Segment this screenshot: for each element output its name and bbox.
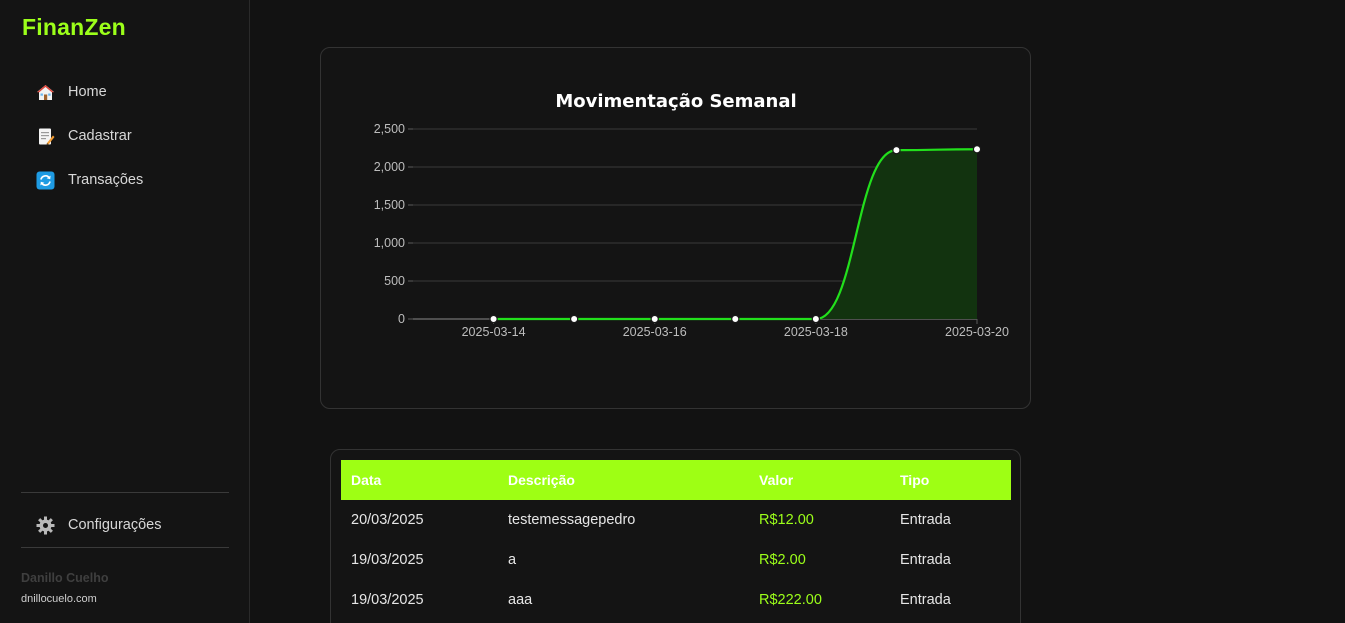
data-point[interactable] — [569, 314, 579, 324]
data-point[interactable] — [811, 314, 821, 324]
cell-valor: R$12.00 — [759, 512, 814, 528]
user-info: Danillo Cuelho dnillocuelo.com — [21, 571, 109, 605]
app-root: FinanZen Home Cadastrar Transações Confi… — [0, 0, 1345, 623]
weekly-movement-chart: Movimentação Semanal 0 500 1,000 1,500 2,000… — [374, 91, 1009, 339]
gear-icon — [36, 516, 55, 535]
cell-descricao: testemessagepedro — [508, 512, 636, 528]
chart-title: Movimentação Semanal — [555, 91, 796, 112]
sidebar-item-label: Cadastrar — [68, 128, 132, 144]
transactions-card: Data Descrição Valor Tipo 20/03/2025 tes… — [330, 449, 1021, 623]
column-header-valor: Valor — [759, 472, 794, 488]
sidebar-item-configuracoes[interactable]: Configurações — [22, 503, 232, 547]
sidebar: FinanZen Home Cadastrar Transações Confi… — [0, 0, 250, 623]
data-point[interactable] — [892, 145, 901, 155]
column-header-descricao: Descrição — [508, 472, 575, 488]
x-tick-label: 2025-03-14 — [462, 325, 526, 339]
x-tick-label: 2025-03-20 — [945, 325, 1009, 339]
memo-icon — [36, 127, 55, 146]
cell-data: 20/03/2025 — [351, 512, 424, 528]
sidebar-item-label: Transações — [68, 172, 144, 188]
y-tick-label: 1,000 — [374, 236, 405, 250]
data-point[interactable] — [731, 314, 740, 324]
y-tick-label: 2,000 — [374, 160, 405, 174]
cell-data: 19/03/2025 — [351, 592, 424, 608]
chart-card: Movimentação Semanal 0 500 1,000 1,500 2,000… — [320, 47, 1031, 409]
x-tick-label: 2025-03-16 — [623, 325, 687, 339]
sidebar-nav: Home Cadastrar Transações — [22, 70, 232, 202]
cell-tipo: Entrada — [900, 552, 951, 568]
sidebar-item-transacoes[interactable]: Transações — [22, 158, 232, 202]
brand-logo[interactable]: FinanZen — [22, 14, 126, 41]
user-site: dnillocuelo.com — [21, 593, 97, 605]
sidebar-divider — [21, 547, 229, 548]
x-tick-label: 2025-03-18 — [784, 325, 848, 339]
refresh-icon — [36, 171, 55, 190]
cell-descricao: a — [508, 552, 517, 568]
y-tick-label: 500 — [384, 274, 405, 288]
y-axis-ticks: 0 500 1,000 1,500 2,000 2,500 — [374, 122, 413, 326]
cell-valor: R$2.00 — [759, 552, 806, 568]
table-header-row: Data Descrição Valor Tipo — [341, 460, 1011, 500]
series-area — [493, 149, 977, 319]
cell-valor: R$222.00 — [759, 592, 822, 608]
cell-tipo: Entrada — [900, 592, 951, 608]
column-header-data: Data — [351, 472, 382, 488]
cell-tipo: Entrada — [900, 512, 951, 528]
table-row[interactable]: 20/03/2025 testemessagepedro R$12.00 Ent… — [341, 500, 1011, 540]
data-point[interactable] — [972, 145, 982, 154]
y-tick-label: 2,500 — [374, 122, 405, 136]
table-row[interactable]: 19/03/2025 a R$2.00 Entrada — [341, 540, 1011, 580]
data-point[interactable] — [650, 314, 659, 324]
column-header-tipo: Tipo — [900, 472, 930, 488]
settings-section: Configurações — [22, 503, 232, 547]
sidebar-item-label: Configurações — [68, 517, 162, 533]
sidebar-item-label: Home — [68, 84, 107, 100]
cell-data: 19/03/2025 — [351, 552, 424, 568]
y-tick-label: 0 — [398, 312, 405, 326]
y-tick-label: 1,500 — [374, 198, 405, 212]
table-row[interactable]: 19/03/2025 aaa R$222.00 Entrada — [341, 580, 1011, 620]
sidebar-divider — [21, 492, 229, 493]
user-name: Danillo Cuelho — [21, 571, 109, 585]
sidebar-item-cadastrar[interactable]: Cadastrar — [22, 114, 232, 158]
data-point[interactable] — [489, 314, 498, 324]
house-icon — [36, 83, 55, 102]
sidebar-item-home[interactable]: Home — [22, 70, 232, 114]
cell-descricao: aaa — [508, 592, 533, 608]
transactions-table: Data Descrição Valor Tipo 20/03/2025 tes… — [341, 460, 1011, 620]
